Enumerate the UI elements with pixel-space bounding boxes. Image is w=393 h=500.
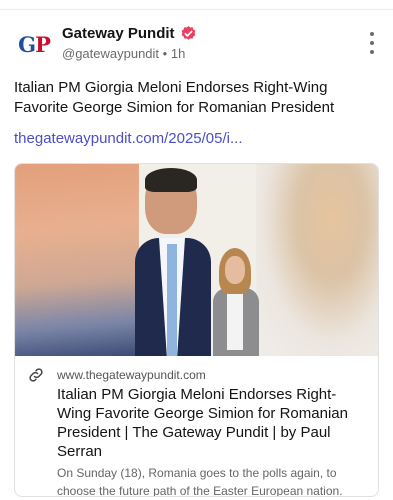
card-title: Italian PM Giorgia Meloni Endorses Right…	[57, 386, 348, 460]
card-domain-row: www.thegatewaypundit.com	[27, 366, 368, 384]
author-block: Gateway Pundit @gatewaypundit • 1h	[62, 22, 197, 61]
handle[interactable]: @gatewaypundit	[62, 46, 159, 61]
top-divider	[0, 9, 393, 10]
post-text: Italian PM Giorgia Meloni Endorses Right…	[14, 79, 335, 116]
post-header: GP Gateway Pundit @gatewaypundit • 1h	[14, 22, 379, 66]
image-blur-left	[15, 164, 144, 356]
image-center-photo	[135, 164, 259, 356]
link-icon	[29, 368, 43, 382]
avatar-logo: GP	[18, 31, 51, 57]
more-vertical-icon	[370, 41, 374, 45]
card-domain: www.thegatewaypundit.com	[57, 368, 206, 382]
meta-separator: •	[162, 46, 168, 61]
display-name[interactable]: Gateway Pundit	[62, 25, 175, 42]
post-link[interactable]: thegatewaypundit.com/2025/05/i...	[14, 129, 243, 149]
photo-man-tie	[167, 244, 177, 356]
avatar-letter-g: G	[18, 31, 36, 57]
photo-woman-top	[227, 290, 243, 350]
post-time[interactable]: 1h	[171, 46, 185, 61]
photo-man-hair	[145, 168, 197, 192]
more-options-button[interactable]	[365, 32, 379, 54]
more-vertical-icon	[370, 32, 374, 36]
photo-woman-face	[225, 256, 245, 284]
more-vertical-icon	[370, 50, 374, 54]
verified-badge-icon	[181, 25, 195, 40]
name-row: Gateway Pundit	[62, 22, 197, 44]
link-preview-card[interactable]: www.thegatewaypundit.com Italian PM Gior…	[14, 163, 379, 497]
avatar[interactable]: GP	[14, 24, 54, 64]
card-body: www.thegatewaypundit.com Italian PM Gior…	[15, 356, 378, 497]
card-image[interactable]	[15, 164, 378, 356]
avatar-letter-p: P	[35, 31, 51, 57]
image-blur-right	[251, 164, 378, 356]
handle-row: @gatewaypundit • 1h	[62, 46, 197, 61]
card-description: On Sunday (18), Romania goes to the poll…	[57, 466, 343, 497]
